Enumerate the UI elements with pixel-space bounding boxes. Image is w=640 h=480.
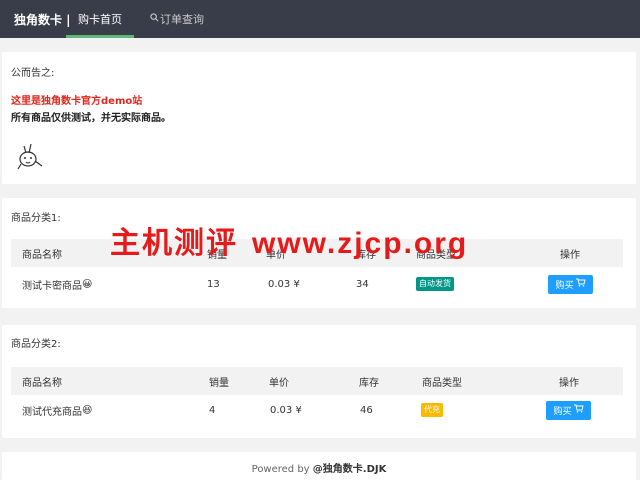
header-action: 操作: [559, 377, 579, 389]
site-brand[interactable]: 独角数卡 |: [0, 0, 71, 38]
notice-line-black: 所有商品仅供测试，并无实际商品。: [11, 113, 171, 124]
smile-emoji-icon: 😀: [82, 278, 93, 290]
product-stock: 34: [356, 278, 369, 290]
header-type: 商品类型: [422, 377, 462, 389]
cart-icon: [575, 278, 586, 290]
buy-cell: 购买: [546, 392, 591, 428]
buy-button[interactable]: 购买: [546, 400, 591, 420]
category-title: 商品分类1:: [11, 213, 61, 224]
header-name: 商品名称: [22, 377, 62, 389]
category-card-2: 商品分类2: 商品名称 销量 单价 库存 商品类型 操作 测试代充商品 😆 4 0…: [2, 325, 636, 438]
header-name: 商品名称: [22, 249, 62, 261]
header-stock: 库存: [359, 377, 379, 389]
nav-home[interactable]: 购卡首页: [66, 0, 134, 38]
category-title: 商品分类2:: [11, 339, 61, 350]
product-name[interactable]: 测试卡密商品 😀: [22, 266, 92, 302]
buy-cell: 购买: [548, 266, 593, 302]
product-price: 0.03 ¥: [268, 278, 300, 290]
header-action: 操作: [560, 249, 580, 261]
footer-text: Powered by @独角数卡.DJK: [251, 464, 387, 475]
footer: Powered by @独角数卡.DJK: [2, 452, 636, 480]
product-sales: 13: [207, 278, 220, 290]
type-badge: 代充: [421, 403, 443, 417]
product-stock: 46: [360, 404, 373, 416]
top-navbar: 独角数卡 | 购卡首页 订单查询: [0, 0, 640, 38]
type-badge: 自动发货: [416, 277, 454, 291]
buy-button-label: 购买: [555, 280, 574, 291]
watermark: 主机测评 www.zjcp.org: [110, 218, 468, 262]
nav-order-label: 订单查询: [160, 13, 204, 26]
product-name[interactable]: 测试代充商品 😆: [22, 392, 92, 428]
notice-line-red: 这里是独角数卡官方demo站: [11, 96, 143, 107]
product-price: 0.03 ¥: [270, 404, 302, 416]
table-header: 商品名称 销量 单价 库存 商品类型 操作: [11, 367, 623, 395]
laugh-emoji-icon: 😆: [82, 404, 93, 416]
product-type: 自动发货: [416, 266, 454, 302]
footer-brand[interactable]: @独角数卡.DJK: [313, 464, 387, 475]
table-row: 测试代充商品 😆 4 0.03 ¥ 46 代充 购买: [11, 392, 623, 428]
header-sales: 销量: [209, 377, 229, 389]
watermark-url: www.zjcp.org: [252, 227, 469, 260]
nav-order-query[interactable]: 订单查询: [146, 0, 208, 38]
watermark-zh: 主机测评: [110, 226, 238, 261]
search-icon: [150, 13, 159, 25]
buy-button-label: 购买: [553, 406, 572, 417]
table-row: 测试卡密商品 😀 13 0.03 ¥ 34 自动发货 购买: [11, 266, 623, 302]
notice-card: 公而告之: 这里是独角数卡官方demo站 所有商品仅供测试，并无实际商品。: [2, 52, 636, 184]
product-sales: 4: [209, 404, 216, 416]
notice-title: 公而告之:: [11, 68, 55, 79]
header-price: 单价: [269, 377, 289, 389]
rabbit-sticker-icon: [16, 142, 46, 176]
buy-button[interactable]: 购买: [548, 274, 593, 294]
cart-icon: [573, 404, 584, 416]
nav-home-label: 购卡首页: [78, 13, 122, 26]
product-type: 代充: [421, 392, 443, 428]
